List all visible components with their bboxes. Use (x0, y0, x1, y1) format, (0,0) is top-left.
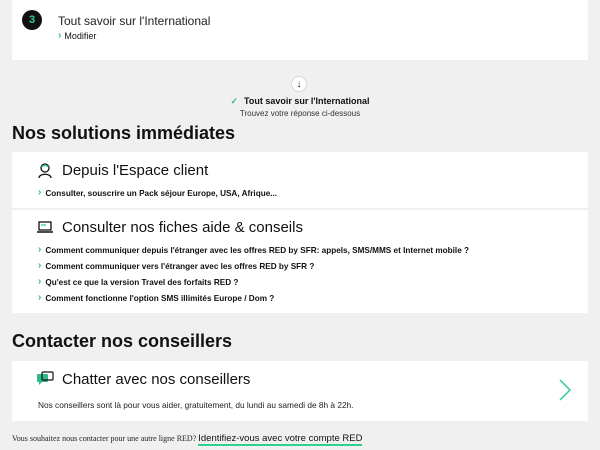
contact-heading: Contacter nos conseillers (12, 331, 233, 351)
espace-client-title: Depuis l'Espace client (62, 161, 209, 179)
list-item[interactable]: › Qu'est ce que la version Travel des fo… (38, 277, 238, 287)
espace-client-header: Depuis l'Espace client (36, 161, 208, 179)
list-item-label: Comment communiquer vers l'étranger avec… (45, 261, 315, 271)
solutions-heading: Nos solutions immédiates (12, 123, 236, 143)
fiches-header: Consulter nos fiches aide & conseils (36, 218, 303, 236)
step-card: 3 Tout savoir sur l'International › Modi… (12, 0, 588, 60)
arrow-down-icon: ↓ (291, 76, 307, 92)
list-item-label: Qu'est ce que la version Travel des forf… (45, 277, 239, 287)
chevron-right-icon: › (58, 30, 62, 41)
answer-subtitle: Trouvez votre réponse ci-dessous (239, 109, 361, 118)
list-item-label: Comment fonctionne l'option SMS illimité… (45, 293, 275, 303)
answer-title-text: Tout savoir sur l'International (244, 96, 370, 106)
step-title: Tout savoir sur l'International (58, 14, 211, 28)
chat-header: Chatter avec nos conseillers (36, 370, 250, 388)
list-item[interactable]: › Comment fonctionne l'option SMS illimi… (38, 293, 274, 303)
modify-link[interactable]: › Modifier (58, 30, 97, 42)
chevron-right-icon: › (38, 292, 42, 303)
step-number-badge: 3 (22, 10, 42, 30)
espace-client-card: Depuis l'Espace client › Consulter, sous… (12, 152, 588, 208)
identify-link[interactable]: Identifiez-vous avec votre compte RED (198, 433, 363, 446)
chat-icon (36, 370, 54, 388)
chevron-right-icon: › (38, 244, 42, 255)
answer-title: ✓ Tout savoir sur l'International (0, 96, 600, 107)
list-item[interactable]: › Comment communiquer vers l'étranger av… (38, 261, 314, 271)
user-icon (36, 161, 54, 179)
footer-text: Vous souhaitez nous contacter pour une a… (12, 434, 197, 443)
chevron-right-icon[interactable] (558, 378, 572, 402)
chevron-right-icon: › (38, 260, 42, 271)
chat-description: Nos conseillers sont là pour vous aider,… (38, 400, 354, 410)
chevron-right-icon: › (38, 187, 42, 198)
list-item-label: Comment communiquer depuis l'étranger av… (45, 245, 470, 255)
chat-card[interactable]: Chatter avec nos conseillers Nos conseil… (12, 361, 588, 421)
modify-label: Modifier (64, 31, 97, 41)
laptop-icon (36, 218, 54, 236)
list-item[interactable]: › Comment communiquer depuis l'étranger … (38, 245, 469, 255)
fiches-card: Consulter nos fiches aide & conseils › C… (12, 210, 588, 313)
list-item[interactable]: › Consulter, souscrire un Pack séjour Eu… (38, 188, 277, 198)
fiches-title: Consulter nos fiches aide & conseils (62, 218, 303, 236)
footer: Vous souhaitez nous contacter pour une a… (12, 433, 363, 446)
list-item-label: Consulter, souscrire un Pack séjour Euro… (45, 188, 278, 198)
chevron-right-icon: › (38, 276, 42, 287)
check-icon: ✓ (230, 96, 239, 106)
chat-title: Chatter avec nos conseillers (62, 370, 251, 388)
